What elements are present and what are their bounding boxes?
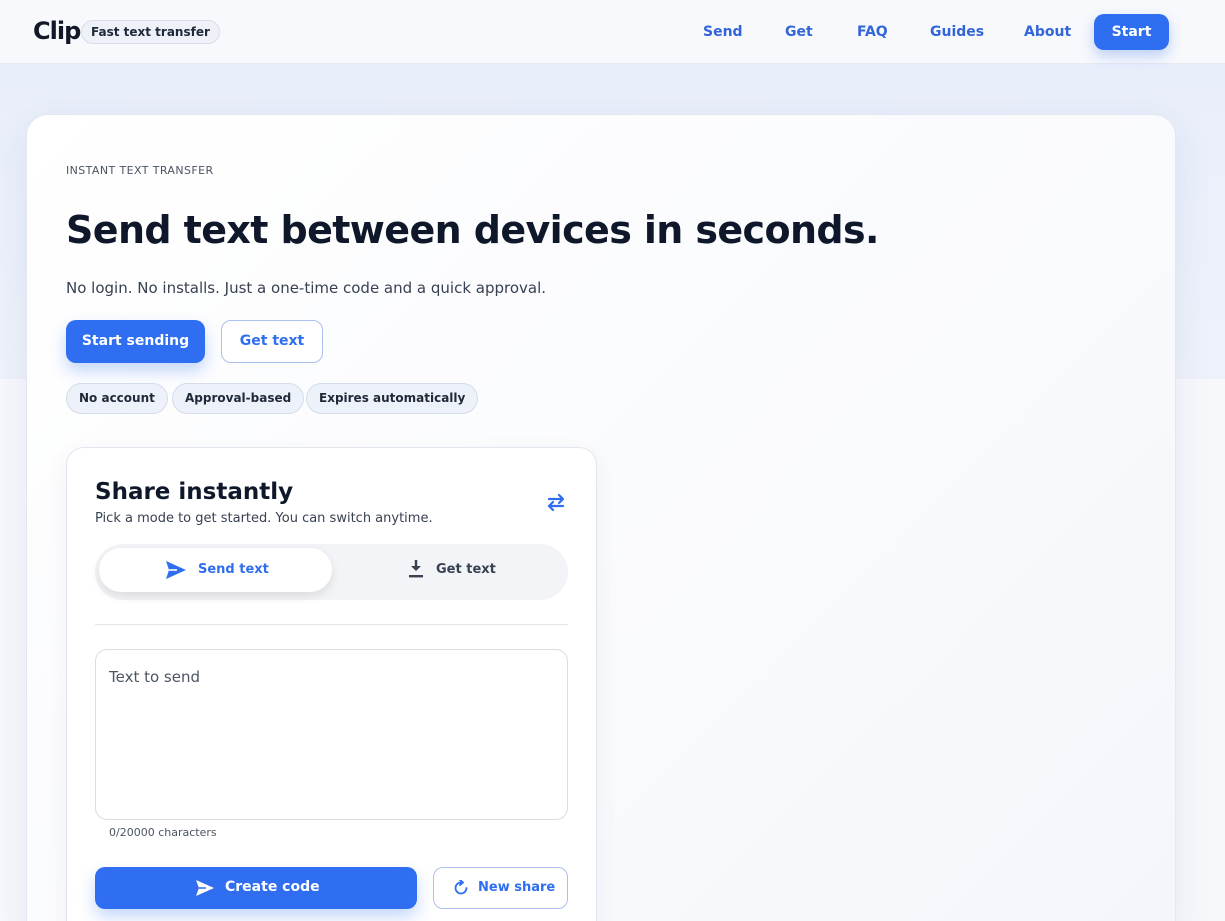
nav-about[interactable]: About xyxy=(1024,24,1071,40)
send-icon xyxy=(196,880,214,896)
nav-start-button[interactable]: Start xyxy=(1094,14,1169,50)
download-icon xyxy=(409,560,423,578)
create-code-button[interactable]: Create code xyxy=(95,867,417,909)
send-icon xyxy=(166,561,186,579)
nav-get[interactable]: Get xyxy=(785,24,813,40)
hero-subtitle: No login. No installs. Just a one-time c… xyxy=(66,279,547,297)
new-share-button[interactable]: New share xyxy=(433,867,568,909)
divider xyxy=(95,624,568,625)
tab-send-text[interactable]: Send text xyxy=(99,548,332,592)
hero-eyebrow: INSTANT TEXT TRANSFER xyxy=(66,164,214,177)
swap-arrows-icon[interactable] xyxy=(545,492,567,512)
text-to-send-input[interactable] xyxy=(95,649,568,820)
nav-guides[interactable]: Guides xyxy=(930,24,984,40)
nav-faq[interactable]: FAQ xyxy=(857,24,888,40)
chip-no-account: No account xyxy=(66,383,168,414)
start-sending-button[interactable]: Start sending xyxy=(66,320,205,363)
tab-get-text-label: Get text xyxy=(436,562,496,577)
new-share-label: New share xyxy=(478,880,556,895)
create-code-label: Create code xyxy=(225,879,320,895)
refresh-icon xyxy=(454,880,468,895)
share-title: Share instantly xyxy=(95,479,294,505)
chip-approval-based: Approval-based xyxy=(172,383,305,414)
top-navigation-bar: Clip Fast text transfer Send Get FAQ Gui… xyxy=(0,0,1225,64)
nav-send[interactable]: Send xyxy=(703,24,743,40)
share-subtitle: Pick a mode to get started. You can swit… xyxy=(95,511,433,526)
tagline-badge: Fast text transfer xyxy=(81,20,220,44)
tab-get-text[interactable]: Get text xyxy=(336,548,564,592)
logo[interactable]: Clip xyxy=(33,17,81,45)
hero-title: Send text between devices in seconds. xyxy=(66,208,880,252)
character-counter: 0/20000 characters xyxy=(109,826,217,839)
tab-send-text-label: Send text xyxy=(198,562,269,577)
chip-expires-automatically: Expires automatically xyxy=(306,383,479,414)
get-text-button[interactable]: Get text xyxy=(221,320,323,363)
